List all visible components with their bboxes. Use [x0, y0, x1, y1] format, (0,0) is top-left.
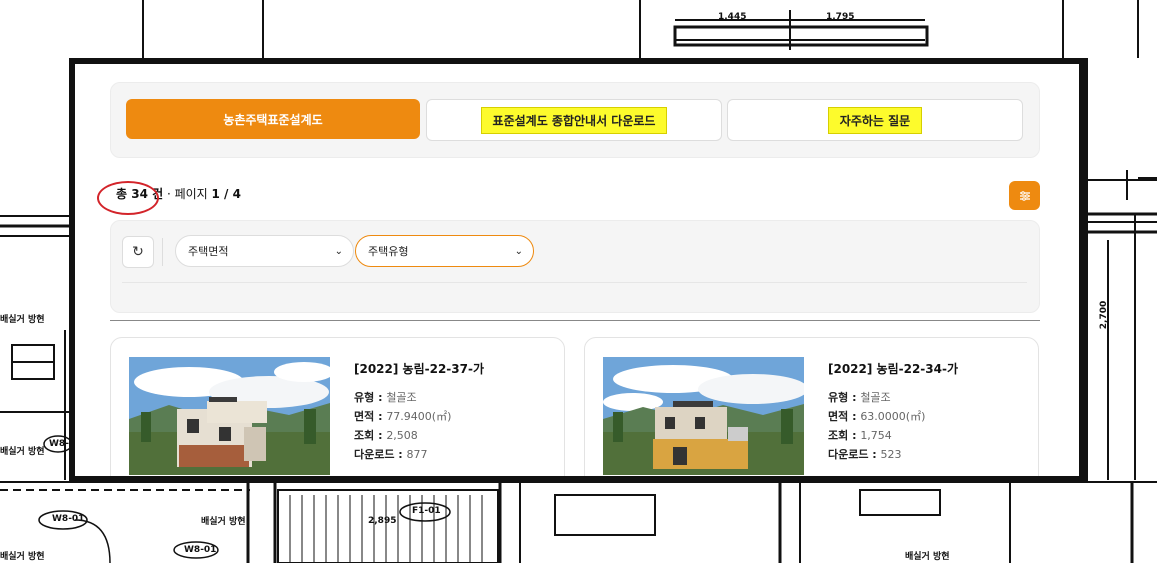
web-page: 농촌주택표준설계도 표준설계도 종합안내서 다운로드 자주하는 질문 총 34 …	[75, 64, 1079, 476]
dim-label: 1,445	[718, 12, 747, 22]
type-value: 철골조	[386, 391, 417, 404]
tab-standard-design[interactable]: 농촌주택표준설계도	[126, 99, 420, 139]
listing-title[interactable]: [2022] 농림-22-34-가	[828, 360, 958, 377]
room-label: 배실거 방현	[0, 315, 45, 325]
page-value: 1 / 4	[211, 187, 241, 201]
tag-label: W8-01	[52, 514, 85, 524]
summary-separator: ·	[163, 187, 175, 201]
views-label: 조회 :	[828, 429, 861, 442]
listing-views: 조회 : 1,754	[828, 427, 892, 443]
listing-downloads: 다운로드 : 523	[828, 446, 902, 462]
listing-title[interactable]: [2022] 농림-22-37-가	[354, 360, 484, 377]
dim-label: 2,700	[1099, 300, 1110, 330]
listing-views: 조회 : 2,508	[354, 427, 418, 443]
listing-downloads: 다운로드 : 877	[354, 446, 428, 462]
filter-toggle-button[interactable]	[1009, 181, 1040, 210]
house-image	[129, 357, 330, 475]
page-label: 페이지	[174, 187, 212, 201]
chevron-down-icon: ⌄	[514, 245, 523, 257]
type-value: 철골조	[860, 391, 891, 404]
downloads-value: 523	[880, 448, 902, 461]
tab-label: 농촌주택표준설계도	[223, 112, 323, 127]
sliders-icon	[1019, 190, 1030, 201]
tab-guide-download[interactable]: 표준설계도 종합안내서 다운로드	[426, 99, 722, 141]
type-select[interactable]: 주택유형 ⌄	[355, 235, 534, 267]
area-value: 63.0000(㎡)	[860, 410, 926, 423]
house-thumbnail[interactable]	[603, 357, 804, 475]
downloads-label: 다운로드 :	[828, 448, 881, 461]
tag-label: F1-01	[412, 506, 441, 516]
divider	[162, 238, 163, 266]
section-divider	[110, 320, 1040, 321]
tab-faq[interactable]: 자주하는 질문	[727, 99, 1023, 141]
refresh-icon: ↻	[132, 244, 144, 260]
chevron-down-icon: ⌄	[334, 245, 343, 257]
downloads-label: 다운로드 :	[354, 448, 407, 461]
divider	[122, 282, 1027, 283]
downloads-value: 877	[406, 448, 428, 461]
views-value: 1,754	[860, 429, 892, 442]
tab-bar: 농촌주택표준설계도 표준설계도 종합안내서 다운로드 자주하는 질문	[110, 82, 1040, 158]
tab-label: 표준설계도 종합안내서 다운로드	[480, 106, 668, 134]
room-label: 배실거 방현	[905, 552, 950, 562]
screenshot-frame: 농촌주택표준설계도 표준설계도 종합안내서 다운로드 자주하는 질문 총 34 …	[69, 58, 1088, 482]
listing-card[interactable]: [2022] 농림-22-34-가 유형 : 철골조 면적 : 63.0000(…	[584, 337, 1039, 476]
filter-panel: ↻ 주택면적 ⌄ 주택유형 ⌄	[110, 220, 1040, 313]
type-label: 유형 :	[828, 391, 861, 404]
tab-label: 자주하는 질문	[827, 106, 923, 134]
area-label: 면적 :	[354, 410, 387, 423]
area-value: 77.9400(㎡)	[386, 410, 452, 423]
listing-area: 면적 : 63.0000(㎡)	[828, 408, 925, 424]
views-label: 조회 :	[354, 429, 387, 442]
type-select-label: 주택유형	[368, 245, 409, 258]
room-label: 배실거 방현	[0, 447, 45, 457]
annotation-circle	[97, 181, 159, 215]
house-thumbnail[interactable]	[129, 357, 330, 475]
house-image	[603, 357, 804, 475]
type-label: 유형 :	[354, 391, 387, 404]
listing-type: 유형 : 철골조	[354, 389, 417, 405]
refresh-button[interactable]: ↻	[122, 236, 154, 268]
listing-type: 유형 : 철골조	[828, 389, 891, 405]
room-label: 배실거 방현	[0, 552, 45, 562]
dim-label: 1,795	[826, 12, 855, 22]
listing-area: 면적 : 77.9400(㎡)	[354, 408, 451, 424]
listing-card[interactable]: [2022] 농림-22-37-가 유형 : 철골조 면적 : 77.9400(…	[110, 337, 565, 476]
dim-label: 2,895	[368, 516, 397, 526]
tag-label: W8-01	[184, 545, 217, 555]
area-select[interactable]: 주택면적 ⌄	[175, 235, 354, 267]
views-value: 2,508	[386, 429, 418, 442]
area-select-label: 주택면적	[188, 245, 229, 258]
room-label: 배실거 방현	[201, 517, 246, 527]
area-label: 면적 :	[828, 410, 861, 423]
